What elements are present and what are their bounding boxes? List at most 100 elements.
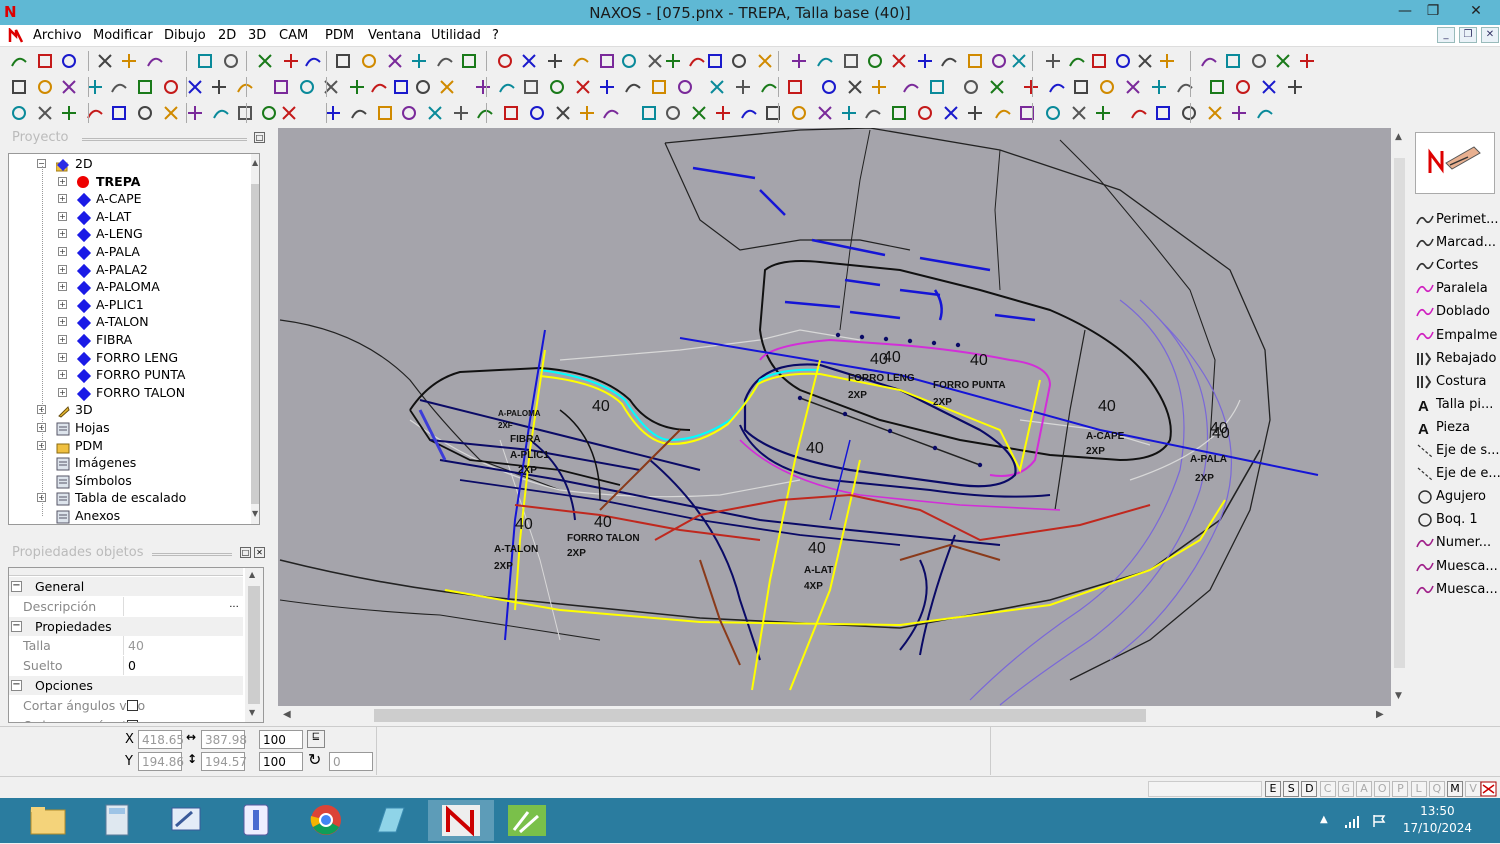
mdi-minimize-button[interactable]: _ <box>1437 27 1455 43</box>
toolbar-tool-icon[interactable] <box>414 78 432 96</box>
toolbar-tool-icon[interactable] <box>474 78 492 96</box>
tree-item[interactable]: −2D <box>9 156 241 173</box>
toolbar-tool-icon[interactable] <box>734 78 752 96</box>
tree-item[interactable]: + FORRO PUNTA <box>9 367 241 384</box>
delta-y-field[interactable]: 194.57 <box>201 752 247 771</box>
toolbar-tool-icon[interactable] <box>940 52 958 70</box>
angle-field[interactable]: 0 <box>329 752 373 771</box>
toolbar-tool-icon[interactable] <box>10 104 28 122</box>
toolbar-tool-icon[interactable] <box>392 78 410 96</box>
status-toggle[interactable]: V <box>1465 781 1482 797</box>
expand-toggle-icon[interactable]: + <box>58 229 67 239</box>
tool-axis[interactable]: Eje de s... <box>1414 440 1500 462</box>
toolbar-tool-icon[interactable] <box>1068 52 1086 70</box>
toolbar-tool-icon[interactable] <box>400 104 418 122</box>
project-tree[interactable]: −2D + TREPA + A-CAPE + A-LAT + A-LENG + A-PALA + A-P… <box>8 153 260 525</box>
restore-button[interactable]: ❐ <box>1416 0 1450 25</box>
tree-item[interactable]: + A-PLIC1 <box>9 297 241 314</box>
toolbar-tool-icon[interactable] <box>1072 78 1090 96</box>
pin-icon[interactable]: □ <box>254 132 265 143</box>
tree-item[interactable]: + PDM <box>9 438 241 455</box>
tool-notch2[interactable]: Muesca... <box>1414 579 1500 601</box>
toolbar-tool-icon[interactable] <box>602 104 620 122</box>
scale-lock-icon[interactable]: ⊑ <box>307 730 325 748</box>
tree-item[interactable]: + FIBRA <box>9 332 241 349</box>
toolbar-tool-icon[interactable] <box>502 104 520 122</box>
toolbar-tool-icon[interactable] <box>548 78 566 96</box>
toolbar-tool-icon[interactable] <box>1250 52 1268 70</box>
close-button[interactable]: ✕ <box>1456 0 1496 25</box>
expand-toggle-icon[interactable]: + <box>58 176 67 186</box>
toolbar-tool-icon[interactable] <box>1044 52 1062 70</box>
toolbar-tool-icon[interactable] <box>790 52 808 70</box>
toolbar-tool-icon[interactable] <box>916 52 934 70</box>
tree-item[interactable]: + Tabla de escalado <box>9 490 241 507</box>
toolbar-tool-icon[interactable] <box>1298 52 1316 70</box>
canvas-horizontal-scrollbar[interactable]: ◀ ▶ <box>278 706 1391 726</box>
toolbar-tool-icon[interactable] <box>376 104 394 122</box>
document-icon[interactable] <box>8 28 24 44</box>
toolbar-tool-icon[interactable] <box>282 52 300 70</box>
toolbar-tool-icon[interactable] <box>1224 52 1242 70</box>
collapse-icon[interactable]: − <box>11 620 22 632</box>
calculator-task[interactable] <box>84 800 150 841</box>
toolbar-tool-icon[interactable] <box>1200 52 1218 70</box>
toolbar-tool-icon[interactable] <box>994 104 1012 122</box>
tool-piece-text[interactable]: A Pieza <box>1414 417 1500 439</box>
menu-pdm[interactable]: PDM <box>325 28 354 43</box>
toolbar-tool-icon[interactable] <box>304 52 322 70</box>
toolbar-tool-icon[interactable] <box>1274 52 1292 70</box>
toolbar-tool-icon[interactable] <box>236 104 254 122</box>
tree-item[interactable]: + TREPA <box>9 174 241 191</box>
browse-button[interactable]: ... <box>227 599 241 613</box>
toolbar-tool-icon[interactable] <box>740 104 758 122</box>
tree-item[interactable]: + A-TALON <box>9 314 241 331</box>
toolbar-tool-icon[interactable] <box>1234 78 1252 96</box>
toolbar-tool-icon[interactable] <box>864 104 882 122</box>
tree-item[interactable]: + A-LAT <box>9 209 241 226</box>
toolbar-tool-icon[interactable] <box>1070 104 1088 122</box>
toolbar-tool-icon[interactable] <box>1176 78 1194 96</box>
toolbar-tool-icon[interactable] <box>578 104 596 122</box>
tray-up-arrow-icon[interactable]: ▲ <box>1320 814 1328 825</box>
toolbar-tool-icon[interactable] <box>902 78 920 96</box>
toolbar-tool-icon[interactable] <box>60 104 78 122</box>
toolbar-tool-icon[interactable] <box>664 104 682 122</box>
toolbar-tool-icon[interactable] <box>1022 78 1040 96</box>
status-toggle[interactable]: C <box>1319 781 1336 797</box>
toolbar-tool-icon[interactable] <box>688 52 706 70</box>
tool-skive[interactable]: Rebajado <box>1414 348 1500 370</box>
app-task-3[interactable] <box>358 800 424 841</box>
tool-splice[interactable]: Empalme <box>1414 325 1500 347</box>
expand-toggle-icon[interactable]: + <box>58 299 67 309</box>
tool-number[interactable]: Numer... <box>1414 532 1500 554</box>
toolbar-tool-icon[interactable] <box>162 104 180 122</box>
toolbar-tool-icon[interactable] <box>730 52 748 70</box>
rotate-icon[interactable]: ↻ <box>308 750 321 769</box>
toolbar-tool-icon[interactable] <box>554 104 572 122</box>
tool-punch[interactable]: Boq. 1 <box>1414 509 1500 531</box>
network-icon[interactable] <box>1344 815 1362 829</box>
tool-hole[interactable]: Agujero <box>1414 486 1500 508</box>
menu-2d[interactable]: 2D <box>218 28 236 43</box>
toolbar-tool-icon[interactable] <box>1230 104 1248 122</box>
toolbar-tool-icon[interactable] <box>1260 78 1278 96</box>
toolbar-tool-icon[interactable] <box>426 104 444 122</box>
status-toggle[interactable]: Q <box>1428 781 1445 797</box>
property-section[interactable]: − General <box>9 577 243 596</box>
toolbar-tool-icon[interactable] <box>1114 52 1132 70</box>
toolbar-tool-icon[interactable] <box>816 104 834 122</box>
toolbar-tool-icon[interactable] <box>10 52 28 70</box>
tool-axis2[interactable]: Eje de e... <box>1414 463 1500 485</box>
property-section[interactable]: − Propiedades <box>9 616 243 636</box>
toolbar-tool-icon[interactable] <box>96 52 114 70</box>
tree-item[interactable]: Anexos <box>9 508 241 524</box>
property-value[interactable] <box>123 596 243 616</box>
toolbar-tool-icon[interactable] <box>764 104 782 122</box>
toolbar-tool-icon[interactable] <box>620 52 638 70</box>
toolbar-tool-icon[interactable] <box>866 52 884 70</box>
toolbar-tool-icon[interactable] <box>1206 104 1224 122</box>
toolbar-tool-icon[interactable] <box>36 52 54 70</box>
property-checkbox[interactable] <box>127 719 138 722</box>
toolbar-tool-icon[interactable] <box>60 52 78 70</box>
